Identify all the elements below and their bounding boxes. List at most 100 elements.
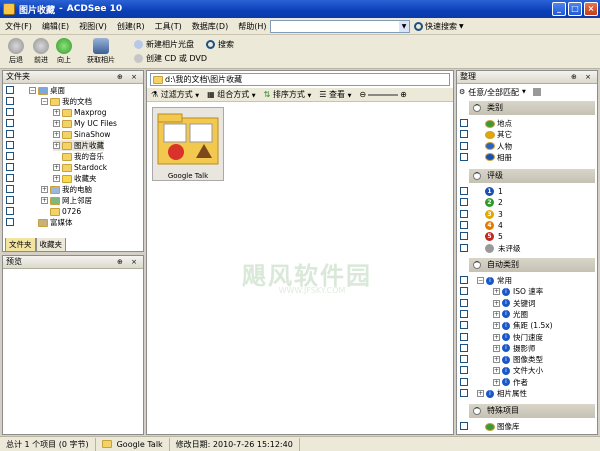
folder-checkbox[interactable] [6,130,14,138]
expand-icon[interactable]: + [493,378,500,386]
folder-checkbox[interactable] [6,174,14,182]
section-header-3[interactable]: ^ 特殊项目 [469,404,595,418]
organize-checkbox[interactable] [460,298,468,307]
section-header-2[interactable]: ^ 自动类别 [469,258,595,272]
organize-item[interactable]: 相册 [485,152,512,163]
expand-icon[interactable]: + [493,299,500,307]
organize-item[interactable]: + i 快门速度 [493,332,543,343]
collapse-icon[interactable]: ^ [473,104,481,112]
organize-checkbox[interactable] [460,321,468,330]
organize-checkbox[interactable] [460,198,468,207]
organize-checkbox[interactable] [460,187,468,195]
up-button[interactable]: 向上 [50,38,78,65]
organize-item[interactable]: 44 [485,220,503,231]
organize-item[interactable]: − i 常用 [477,275,512,286]
expand-icon[interactable]: + [41,197,48,204]
search-button[interactable]: 搜索 [206,39,234,50]
expand-icon[interactable]: + [53,109,60,116]
organize-item[interactable]: 地点 [485,118,512,129]
collapse-icon[interactable]: − [29,87,36,94]
folder-tree-item[interactable]: − 我的文档 [41,96,92,107]
organize-checkbox[interactable] [460,152,468,161]
folder-tree-item[interactable]: − 桌面 [29,85,65,96]
expand-icon[interactable]: + [493,344,500,352]
folder-tree-item[interactable]: 我的音乐 [53,151,104,162]
collapse-icon[interactable]: ^ [473,407,481,415]
expand-icon[interactable]: + [53,142,60,149]
menu-help[interactable]: 帮助(H) [233,21,271,32]
organize-checkbox[interactable] [460,243,468,252]
tab-folders[interactable]: 文件夹 [5,238,36,252]
organize-checkbox[interactable] [460,355,468,364]
organize-checkbox[interactable] [460,389,468,397]
organize-item[interactable]: 其它 [485,129,512,140]
folder-tree-item[interactable]: + SinaShow [53,129,110,140]
chevron-down-icon[interactable]: ▼ [459,23,464,30]
folder-tree-item[interactable]: + 图片收藏 [53,140,104,151]
collapse-icon[interactable]: − [41,98,48,105]
menu-edit[interactable]: 编辑(E) [37,21,74,32]
expand-icon[interactable]: + [493,288,500,296]
organize-checkbox[interactable] [460,232,468,241]
collapse-icon[interactable]: − [477,277,484,284]
pane-pin-close-icon[interactable]: ⊕ × [117,256,140,268]
tab-favorites[interactable]: 收藏夹 [35,238,66,252]
filter-button[interactable]: ⚗ 过滤方式 ▼ [151,89,199,100]
organize-checkbox[interactable] [460,309,468,318]
folder-tree-item[interactable]: 富媒体 [29,217,73,228]
pane-pin-close-icon[interactable]: ⊕ × [571,71,594,83]
create-cd-button[interactable]: 创建 CD 或 DVD [134,53,207,64]
organize-checkbox[interactable] [460,343,468,352]
chevron-down-icon[interactable]: ▼ [399,21,409,32]
view-button[interactable]: ☰ 查看 ▼ [319,89,351,100]
sort-button[interactable]: ⇅ 排序方式 ▼ [264,89,312,100]
maximize-button[interactable]: □ [568,2,582,16]
organize-item[interactable]: + i 文件大小 [493,365,543,376]
path-bar[interactable]: d:\我的文档\图片收藏 [150,73,450,86]
menu-create[interactable]: 创建(R) [112,21,150,32]
folder-checkbox[interactable] [6,119,14,127]
expand-icon[interactable]: + [493,356,500,364]
close-button[interactable]: × [584,2,598,16]
organize-item[interactable]: 33 [485,209,503,220]
organize-item[interactable]: + i 相片属性 [477,388,527,399]
organize-item[interactable]: + i 焦距 (1.5x) [493,320,553,331]
folder-tree-item[interactable]: 0726 [41,206,81,217]
clear-icon[interactable] [532,88,541,96]
group-button[interactable]: ▦ 组合方式 ▼ [207,89,256,100]
folder-tree-item[interactable]: + Maxprog [53,107,107,118]
expand-icon[interactable]: + [477,390,484,397]
organize-item[interactable]: 人物 [485,141,512,152]
minimize-button[interactable]: _ [552,2,566,16]
collapse-icon[interactable]: ^ [473,261,481,269]
organize-item[interactable]: + i 关键词 [493,298,536,309]
quick-search-button[interactable]: 快速搜索 [425,21,457,32]
expand-icon[interactable]: + [493,367,500,375]
back-button[interactable]: 后退 [2,38,30,65]
new-album-disc-button[interactable]: 新建相片光盘 [134,39,194,50]
organize-checkbox[interactable] [460,209,468,218]
organize-item[interactable]: + i 作者 [493,377,528,388]
folder-checkbox[interactable] [6,185,14,193]
organize-checkbox[interactable] [460,141,468,150]
collapse-icon[interactable]: ^ [473,172,481,180]
organize-item[interactable]: 未评级 [485,243,521,254]
folder-checkbox[interactable] [6,97,14,105]
folder-tree-item[interactable]: + 收藏夹 [53,173,97,184]
expand-icon[interactable]: + [53,164,60,171]
expand-icon[interactable]: + [493,333,500,341]
organize-checkbox[interactable] [460,422,468,430]
folder-checkbox[interactable] [6,163,14,171]
match-button[interactable]: ⚙ 任意/全部匹配 ▼ [459,85,595,99]
organize-item[interactable]: + i 光圈 [493,309,528,320]
folder-checkbox[interactable] [6,218,14,226]
expand-icon[interactable]: + [41,186,48,193]
organize-checkbox[interactable] [460,119,468,127]
search-combo[interactable]: ▼ [270,20,410,33]
folder-checkbox[interactable] [6,196,14,204]
organize-item[interactable]: 55 [485,231,503,242]
organize-item[interactable]: 11 [485,186,503,197]
organize-checkbox[interactable] [460,130,468,139]
organize-item[interactable]: 图像库 [485,421,520,432]
acquire-photos-button[interactable]: 获取相片 [82,38,120,65]
